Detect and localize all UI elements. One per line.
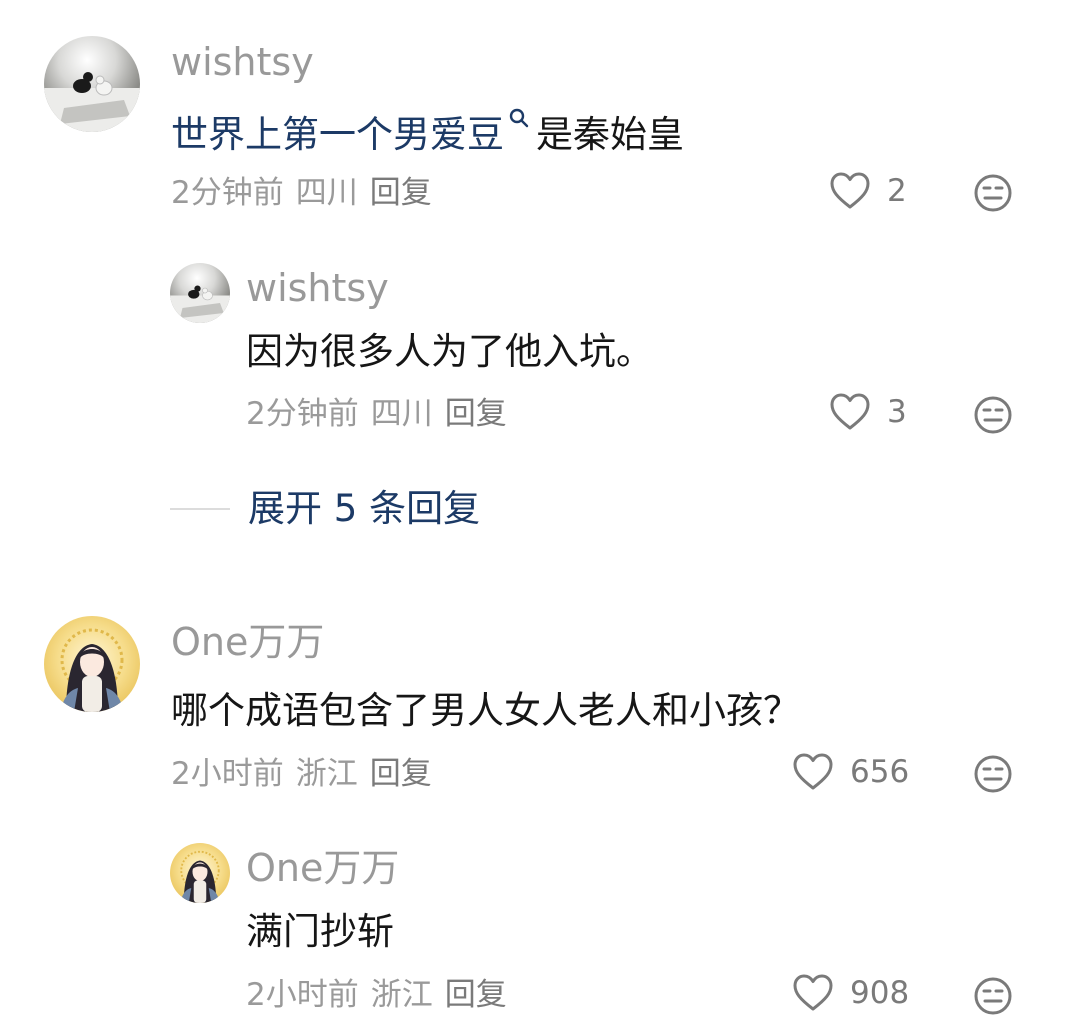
neutral-face-icon[interactable] (973, 754, 1013, 794)
like-button[interactable]: 908 (792, 973, 909, 1013)
comment-time: 2小时前 (171, 756, 284, 792)
reply-avatar[interactable] (170, 843, 230, 903)
heart-outline-icon (793, 974, 833, 1011)
reply-username[interactable]: One万万 (246, 846, 399, 890)
comment-meta: 2小时前 浙江 回复 (171, 754, 444, 794)
heart-outline-icon (793, 753, 833, 790)
reply-button[interactable]: 回复 (370, 756, 432, 792)
reply-meta: 2小时前 浙江 回复 (246, 975, 519, 1015)
reply-location: 浙江 (370, 977, 433, 1013)
like-count: 908 (850, 975, 910, 1011)
reply-time: 2小时前 (246, 977, 359, 1013)
avatar[interactable] (44, 616, 140, 712)
like-count: 656 (850, 754, 910, 790)
comment-username[interactable]: One万万 (171, 620, 324, 664)
like-button[interactable]: 656 (792, 752, 909, 792)
reply-text: 满门抄斩 (246, 910, 394, 953)
comment-text: 哪个成语包含了男人女人老人和小孩？ (171, 689, 800, 732)
avatar-illustrated-girl-image (170, 843, 230, 903)
comment-item: One万万 哪个成语包含了男人女人老人和小孩？ 2小时前 浙江 回复 656 One… (0, 0, 1079, 1035)
reply-button[interactable]: 回复 (445, 977, 507, 1013)
comment-location: 浙江 (295, 756, 358, 792)
avatar-illustrated-girl-image (44, 616, 140, 712)
neutral-face-icon[interactable] (973, 976, 1013, 1016)
